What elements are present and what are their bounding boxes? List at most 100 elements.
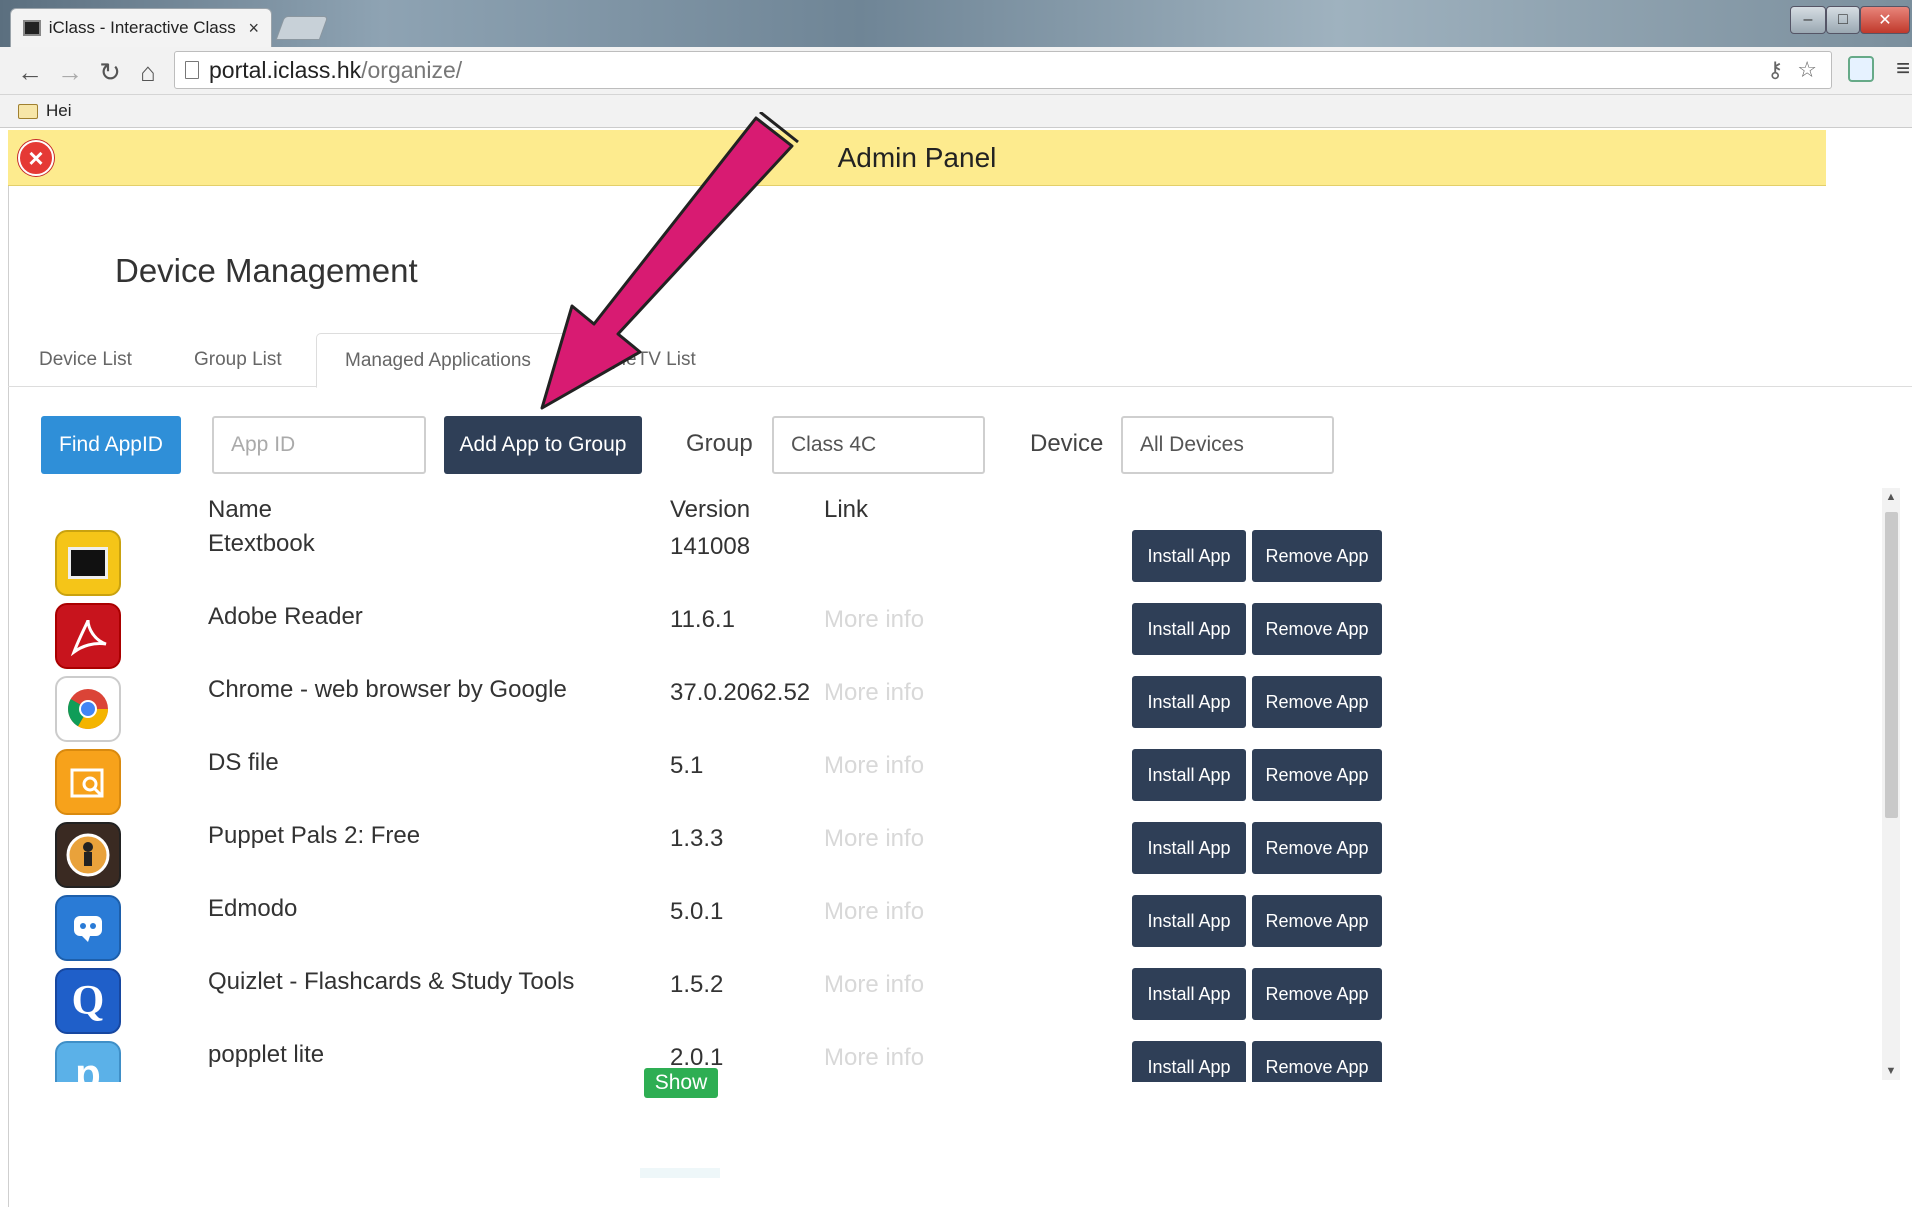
app-link[interactable]: More info bbox=[824, 971, 924, 999]
puppet-pals-icon bbox=[55, 822, 121, 888]
scroll-thumb[interactable] bbox=[1885, 512, 1898, 818]
show-button[interactable]: Show bbox=[644, 1068, 718, 1098]
tab-group-list[interactable]: Group List bbox=[194, 349, 282, 371]
app-version: 11.6.1 bbox=[670, 606, 735, 633]
app-name: Chrome - web browser by Google bbox=[208, 676, 567, 703]
app-link[interactable]: More info bbox=[824, 898, 924, 926]
bookmark-hei[interactable]: Hei bbox=[46, 101, 72, 121]
admin-panel-banner: × Admin Panel bbox=[8, 130, 1826, 186]
table-row: DS file 5.1 More info Install App Remove… bbox=[0, 749, 1900, 822]
tab-device-list[interactable]: Device List bbox=[39, 349, 132, 371]
table-row: Chrome - web browser by Google 37.0.2062… bbox=[0, 676, 1900, 749]
install-app-button[interactable]: Install App bbox=[1132, 1041, 1246, 1082]
install-app-button[interactable]: Install App bbox=[1132, 530, 1246, 582]
new-tab-button[interactable] bbox=[275, 16, 329, 40]
install-app-button[interactable]: Install App bbox=[1132, 968, 1246, 1020]
app-version: 141008 bbox=[670, 533, 751, 560]
app-version: 5.0.1 bbox=[670, 898, 724, 925]
device-label: Device bbox=[1030, 430, 1104, 457]
remove-app-button[interactable]: Remove App bbox=[1252, 895, 1382, 947]
app-version: 1.3.3 bbox=[670, 825, 724, 852]
app-name: Etextbook bbox=[208, 530, 315, 557]
install-app-button[interactable]: Install App bbox=[1132, 895, 1246, 947]
tab-title: iClass - Interactive Class bbox=[48, 18, 236, 37]
browser-titlebar: iClass - Interactive Class × – □ ✕ bbox=[0, 0, 1912, 47]
back-icon[interactable]: ← bbox=[14, 56, 46, 88]
bookmarks-bar: Hei bbox=[0, 95, 1912, 128]
popplet-icon: p bbox=[55, 1041, 121, 1082]
install-app-button[interactable]: Install App bbox=[1132, 676, 1246, 728]
app-name: Edmodo bbox=[208, 895, 298, 922]
table-row: Etextbook 141008 Install App Remove App bbox=[0, 530, 1900, 603]
app-name: DS file bbox=[208, 749, 279, 776]
remove-app-button[interactable]: Remove App bbox=[1252, 1041, 1382, 1082]
browser-tab[interactable]: iClass - Interactive Class × bbox=[10, 8, 272, 47]
window-close-icon[interactable]: ✕ bbox=[1860, 6, 1910, 34]
folder-icon bbox=[18, 104, 38, 119]
table-row: p popplet lite 2.0.1 More info Install A… bbox=[0, 1041, 1900, 1082]
app-link[interactable]: More info bbox=[824, 679, 924, 707]
column-header-link: Link bbox=[824, 496, 869, 523]
adobe-reader-icon bbox=[55, 603, 121, 669]
tab-close-icon[interactable]: × bbox=[248, 18, 259, 39]
app-link[interactable]: More info bbox=[824, 606, 924, 634]
maximize-icon[interactable]: □ bbox=[1826, 6, 1860, 34]
page-icon bbox=[185, 61, 199, 79]
etextbook-icon bbox=[55, 530, 121, 596]
scroll-down-icon[interactable]: ▼ bbox=[1882, 1062, 1900, 1080]
table-row: Edmodo 5.0.1 More info Install App Remov… bbox=[0, 895, 1900, 968]
remove-app-button[interactable]: Remove App bbox=[1252, 968, 1382, 1020]
column-header-version: Version bbox=[670, 496, 751, 523]
app-version: 5.1 bbox=[670, 752, 704, 779]
menu-icon[interactable]: ≡ bbox=[1896, 55, 1910, 83]
app-version: 37.0.2062.52 bbox=[670, 679, 811, 706]
find-appid-button[interactable]: Find AppID bbox=[41, 416, 181, 474]
home-icon[interactable]: ⌂ bbox=[132, 56, 164, 88]
app-name: Puppet Pals 2: Free bbox=[208, 822, 421, 849]
minimize-icon[interactable]: – bbox=[1790, 6, 1826, 34]
edmodo-icon bbox=[55, 895, 121, 961]
screen: iClass - Interactive Class × – □ ✕ ← → ↻… bbox=[0, 0, 1912, 1207]
remove-app-button[interactable]: Remove App bbox=[1252, 676, 1382, 728]
app-name: Quizlet - Flashcards & Study Tools bbox=[208, 968, 575, 995]
table-row: Puppet Pals 2: Free 1.3.3 More info Inst… bbox=[0, 822, 1900, 895]
url-path: /organize/ bbox=[361, 56, 463, 83]
install-app-button[interactable]: Install App bbox=[1132, 603, 1246, 655]
chrome-icon bbox=[55, 676, 121, 742]
page-title: Device Management bbox=[115, 252, 418, 289]
star-icon[interactable]: ☆ bbox=[1797, 57, 1817, 83]
app-link[interactable]: More info bbox=[824, 825, 924, 853]
remove-app-button[interactable]: Remove App bbox=[1252, 530, 1382, 582]
table-scrollbar[interactable]: ▲ ▼ bbox=[1882, 488, 1900, 1080]
install-app-button[interactable]: Install App bbox=[1132, 822, 1246, 874]
monitor-icon bbox=[23, 20, 41, 36]
app-name: Adobe Reader bbox=[208, 603, 363, 630]
tab-managed-applications-label: Managed Applications bbox=[345, 350, 531, 371]
url-host: portal.iclass.hk bbox=[209, 56, 362, 83]
forward-icon[interactable]: → bbox=[54, 56, 86, 88]
column-header-name: Name bbox=[208, 496, 273, 523]
extension-icon[interactable] bbox=[1848, 56, 1874, 82]
tab-bar: Device List Group List Managed Applicati… bbox=[8, 333, 1912, 388]
remove-app-button[interactable]: Remove App bbox=[1252, 822, 1382, 874]
annotation-arrow-icon bbox=[540, 112, 799, 410]
add-app-to-group-button[interactable]: Add App to Group bbox=[444, 416, 642, 474]
app-version: 1.5.2 bbox=[670, 971, 724, 998]
app-table: Etextbook 141008 Install App Remove App … bbox=[0, 526, 1900, 1082]
group-select[interactable]: Class 4C bbox=[772, 416, 985, 474]
install-app-button[interactable]: Install App bbox=[1132, 749, 1246, 801]
remove-app-button[interactable]: Remove App bbox=[1252, 603, 1382, 655]
device-select[interactable]: All Devices bbox=[1121, 416, 1334, 474]
reload-icon[interactable]: ↻ bbox=[94, 56, 126, 88]
app-link[interactable]: More info bbox=[824, 752, 924, 780]
address-bar[interactable]: portal.iclass.hk /organize/ ⚷ ☆ bbox=[174, 51, 1832, 89]
table-row: Q Quizlet - Flashcards & Study Tools 1.5… bbox=[0, 968, 1900, 1041]
scroll-up-icon[interactable]: ▲ bbox=[1882, 488, 1900, 506]
key-icon[interactable]: ⚷ bbox=[1767, 57, 1783, 83]
banner-title: Admin Panel bbox=[837, 142, 997, 173]
app-name: popplet lite bbox=[208, 1041, 325, 1068]
appid-input[interactable]: App ID bbox=[212, 416, 426, 474]
remove-app-button[interactable]: Remove App bbox=[1252, 749, 1382, 801]
app-link[interactable]: More info bbox=[824, 1044, 924, 1072]
table-row: Adobe Reader 11.6.1 More info Install Ap… bbox=[0, 603, 1900, 676]
